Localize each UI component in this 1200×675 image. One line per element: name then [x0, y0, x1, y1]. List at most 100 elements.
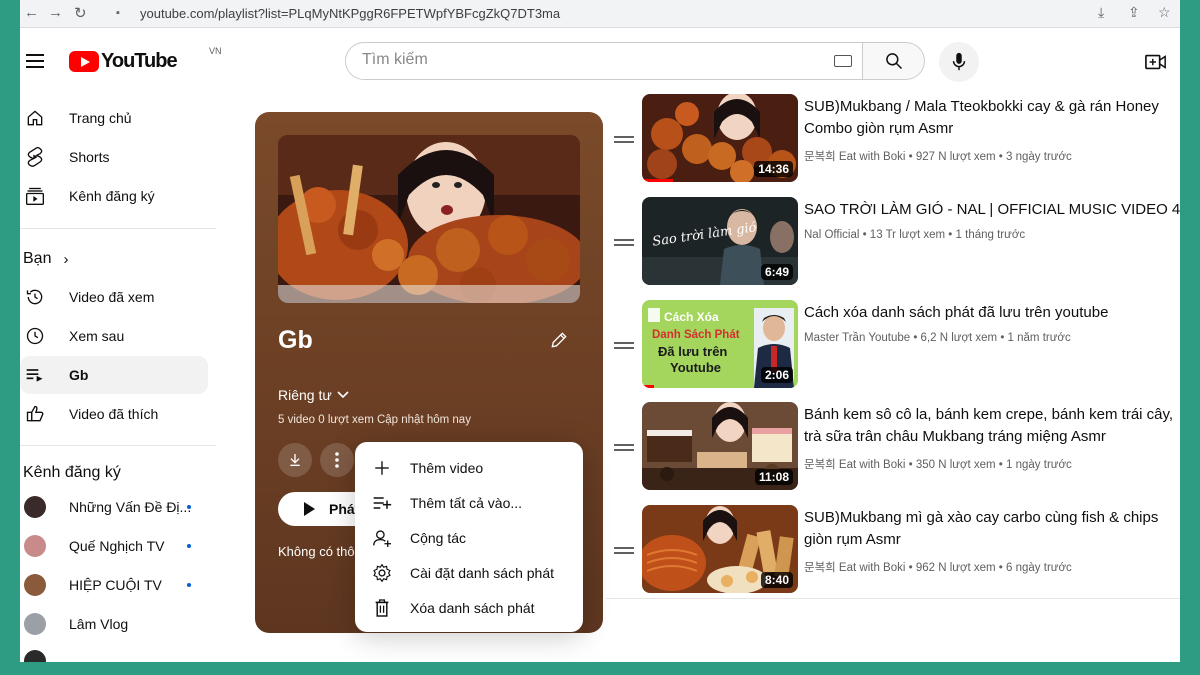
sidebar-item-liked-videos[interactable]: Video đã thích — [20, 395, 208, 433]
video-thumbnail[interactable]: Cách Xóa Danh Sách Phát Đã lưu trên Yout… — [642, 300, 798, 388]
star-icon[interactable]: ☆ — [1158, 4, 1171, 21]
channel-avatar — [24, 613, 46, 635]
country-code: VN — [209, 46, 222, 56]
video-title[interactable]: SAO TRỜI LÀM GIÓ - NAL | OFFICIAL MUSIC … — [804, 199, 1180, 221]
watch-progress-bar — [642, 179, 674, 182]
menu-item-label: Cộng tác — [410, 529, 467, 546]
playlist-video-row[interactable]: 8:40 SUB)Mukbang mì gà xào cay carbo cùn… — [606, 505, 1180, 597]
like-icon — [24, 403, 46, 425]
channel-avatar[interactable] — [24, 650, 46, 662]
sidebar-item-label: Gb — [69, 367, 89, 383]
gear-icon — [371, 562, 393, 584]
menu-item-add-videos[interactable]: Thêm video — [355, 450, 583, 485]
menu-item-label: Thêm tất cả vào... — [410, 494, 523, 511]
video-meta: 문복희 Eat with Boki • 962 N lượt xem • 6 n… — [804, 562, 1072, 574]
sidebar-subscription-item[interactable]: HIỆP CUỘI TV — [20, 566, 208, 604]
playlist-title: Gb — [278, 326, 313, 354]
browser-viewport: ← → ↻ ▪ youtube.com/playlist?list=PLqMyN… — [20, 0, 1180, 662]
thumbnail-text-line: Youtube — [670, 360, 721, 375]
sidebar-section-you[interactable]: Bạn › — [23, 250, 68, 268]
youtube-play-icon — [69, 50, 99, 72]
sidebar-item-playlist-gb[interactable]: Gb — [20, 356, 208, 394]
browser-url-bar: ← → ↻ ▪ youtube.com/playlist?list=PLqMyN… — [20, 0, 1180, 28]
new-content-dot — [187, 505, 191, 509]
video-duration: 6:49 — [760, 264, 793, 280]
menu-item-collaborate[interactable]: Cộng tác — [355, 520, 583, 555]
sidebar-item-shorts[interactable]: Shorts — [20, 138, 208, 176]
playlist-thumbnail[interactable] — [278, 135, 580, 303]
search-input[interactable] — [362, 51, 802, 69]
download-button[interactable] — [278, 443, 312, 477]
channel-avatar — [24, 535, 46, 557]
privacy-dropdown[interactable]: Riêng tư — [278, 387, 350, 403]
keyboard-icon[interactable] — [834, 55, 852, 67]
drag-handle-icon[interactable] — [614, 342, 634, 350]
share-icon[interactable]: ⇪ — [1128, 4, 1140, 21]
more-actions-button[interactable] — [320, 443, 354, 477]
sidebar-item-label: Kênh đăng ký — [69, 188, 155, 204]
plus-icon — [371, 457, 393, 479]
reload-icon[interactable]: ↻ — [74, 4, 87, 22]
drag-handle-icon[interactable] — [614, 136, 634, 144]
video-title[interactable]: SUB)Mukbang / Mala Tteokbokki cay & gà r… — [804, 96, 1180, 140]
menu-item-delete-playlist[interactable]: Xóa danh sách phát — [355, 590, 583, 625]
video-title[interactable]: Cách xóa danh sách phát đã lưu trên yout… — [804, 302, 1180, 324]
new-content-dot — [187, 583, 191, 587]
edit-title-button[interactable] — [549, 330, 571, 352]
menu-icon[interactable] — [26, 54, 44, 68]
menu-item-add-all-to[interactable]: Thêm tất cả vào... — [355, 485, 583, 520]
sidebar-subscription-item[interactable]: Quế Nghịch TV — [20, 527, 208, 565]
sidebar-item-watch-later[interactable]: Xem sau — [20, 317, 208, 355]
video-title[interactable]: Bánh kem sô cô la, bánh kem crepe, bánh … — [804, 404, 1180, 448]
menu-item-label: Xóa danh sách phát — [410, 599, 535, 616]
thumbnail-text-line: Đã lưu trên — [658, 344, 727, 359]
sidebar-divider — [20, 445, 216, 446]
add-to-queue-icon — [371, 492, 393, 514]
create-video-button[interactable] — [1144, 50, 1168, 74]
logo-wordmark: YouTube — [101, 49, 178, 72]
privacy-label: Riêng tư — [278, 387, 332, 403]
menu-item-playlist-settings[interactable]: Cài đặt danh sách phát — [355, 555, 583, 590]
url-text[interactable]: youtube.com/playlist?list=PLqMyNtKPggR6F… — [140, 6, 560, 21]
channel-name: Lâm Vlog — [69, 616, 129, 632]
trash-icon — [371, 597, 393, 619]
youtube-logo[interactable]: YouTube VN — [69, 46, 222, 72]
video-duration: 14:36 — [754, 161, 793, 177]
video-duration: 2:06 — [760, 367, 793, 383]
sidebar-item-home[interactable]: Trang chủ — [20, 99, 208, 137]
video-thumbnail[interactable]: 8:40 — [642, 505, 798, 593]
drag-handle-icon[interactable] — [614, 444, 634, 452]
list-bottom-divider — [606, 598, 1180, 599]
home-icon — [24, 107, 46, 129]
voice-search-button[interactable] — [939, 42, 979, 82]
sidebar-subscription-item[interactable]: Những Vấn Đề Đị... — [20, 488, 208, 526]
video-thumbnail[interactable]: 14:36 — [642, 94, 798, 182]
more-vert-icon — [335, 452, 339, 468]
sidebar-item-history[interactable]: Video đã xem — [20, 278, 208, 316]
playlist-video-row[interactable]: Cách Xóa Danh Sách Phát Đã lưu trên Yout… — [606, 300, 1180, 392]
site-info-icon[interactable]: ▪ — [116, 7, 120, 19]
back-arrow-icon[interactable]: ← — [24, 4, 39, 21]
sidebar-subscription-item[interactable]: Lâm Vlog — [20, 605, 208, 643]
video-thumbnail[interactable]: 11:08 — [642, 402, 798, 490]
sidebar-item-label: Video đã xem — [69, 289, 155, 305]
sidebar-item-label: Video đã thích — [69, 406, 159, 422]
video-title[interactable]: SUB)Mukbang mì gà xào cay carbo cùng fis… — [804, 507, 1180, 551]
forward-arrow-icon[interactable]: → — [48, 4, 63, 21]
playlist-video-row[interactable]: Sao trời làm gió 6:49 SAO TRỜI LÀM GIÓ -… — [606, 197, 1180, 289]
pencil-icon — [551, 332, 567, 348]
drag-handle-icon[interactable] — [614, 239, 634, 247]
download-icon[interactable]: ⤓ — [1098, 4, 1104, 21]
playlist-video-row[interactable]: 14:36 SUB)Mukbang / Mala Tteokbokki cay … — [606, 94, 1180, 186]
search-button[interactable] — [863, 42, 925, 80]
watch-progress-bar — [642, 385, 655, 388]
sidebar-item-label: Xem sau — [69, 328, 125, 344]
playlist-actions-menu: Thêm video Thêm tất cả vào... Cộng tác C… — [355, 442, 583, 632]
playlist-video-row[interactable]: 11:08 Bánh kem sô cô la, bánh kem crepe,… — [606, 402, 1180, 494]
video-thumbnail[interactable]: Sao trời làm gió 6:49 — [642, 197, 798, 285]
collaborate-icon — [371, 527, 393, 549]
drag-handle-icon[interactable] — [614, 547, 634, 555]
search-box[interactable] — [345, 42, 863, 80]
channel-name: Quế Nghịch TV — [69, 538, 165, 554]
sidebar-item-subscriptions[interactable]: Kênh đăng ký — [20, 177, 208, 215]
